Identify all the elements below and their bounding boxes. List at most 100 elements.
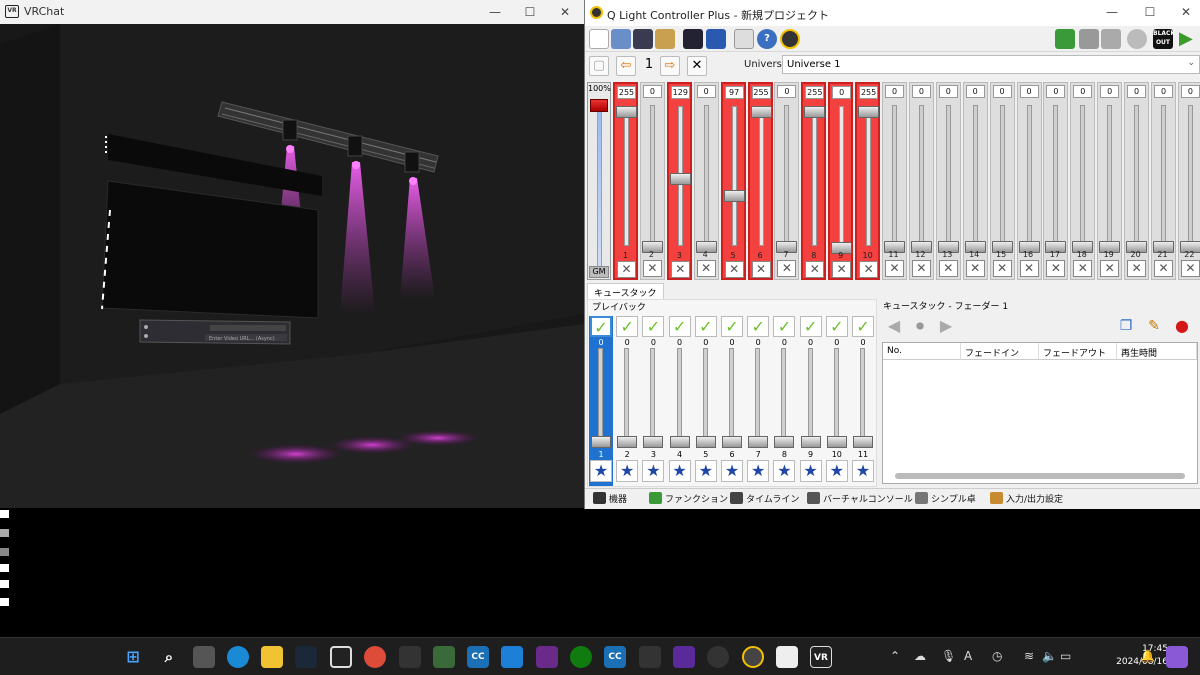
grand-master[interactable]: 100% GM <box>587 82 611 280</box>
vr-scene[interactable]: Enter Video URL... (Async) <box>0 24 584 508</box>
playback-knob[interactable] <box>669 436 690 448</box>
channel-value[interactable]: 0 <box>1019 85 1039 98</box>
tab-virtual-console[interactable]: バーチャルコンソール <box>807 492 913 505</box>
video-player-panel[interactable]: Enter Video URL... (Async) <box>139 319 291 345</box>
reset-channel-icon[interactable]: ✕ <box>859 261 879 278</box>
about-icon[interactable] <box>780 29 800 49</box>
cue-table-scrollbar[interactable] <box>895 473 1185 479</box>
qlc-titlebar[interactable]: Q Light Controller Plus - 新規プロジェクト — ☐ ✕ <box>585 0 1200 26</box>
playback-1[interactable]: ✓ 0 1 ★ <box>589 316 613 486</box>
channel-value[interactable]: 0 <box>696 85 716 98</box>
address-tool-icon[interactable] <box>706 29 726 49</box>
reset-channel-icon[interactable]: ✕ <box>724 261 744 278</box>
mic-icon[interactable]: 🎙 <box>941 649 956 663</box>
tab-functions[interactable]: ファンクション <box>649 492 728 505</box>
vr-maximize-button[interactable]: ☐ <box>517 3 543 21</box>
channel-value[interactable]: 0 <box>777 85 797 98</box>
playback-knob[interactable] <box>591 436 611 448</box>
app-icon[interactable] <box>776 646 798 668</box>
tab-io-settings[interactable]: 入力/出力設定 <box>990 492 1063 505</box>
reset-channel-icon[interactable]: ✕ <box>805 261 825 278</box>
channel-knob[interactable] <box>723 190 745 203</box>
reset-channel-icon[interactable]: ✕ <box>670 261 690 278</box>
visual-studio-icon[interactable] <box>673 646 695 668</box>
help-icon[interactable]: ? <box>757 29 777 49</box>
gm-knob[interactable] <box>590 99 608 112</box>
explorer-icon[interactable] <box>261 646 283 668</box>
next-cue-icon[interactable]: ▶ <box>935 315 957 337</box>
ime-indicator[interactable]: A <box>964 649 972 663</box>
unity-icon[interactable] <box>399 646 421 668</box>
playback-select-icon[interactable]: ✓ <box>747 316 770 337</box>
cue-col-no[interactable]: No. <box>883 343 961 360</box>
reset-channel-icon[interactable]: ✕ <box>992 260 1012 277</box>
clock[interactable]: 17:45 2024/08/16 <box>1106 643 1168 669</box>
channel-value[interactable]: 0 <box>885 85 904 98</box>
cue-col-fadein[interactable]: フェードイン <box>961 343 1039 360</box>
video-url-placeholder[interactable]: Enter Video URL... (Async) <box>209 336 275 342</box>
playback-2[interactable]: ✓ 0 2 ★ <box>615 316 639 486</box>
playback-flash-icon[interactable]: ★ <box>852 460 874 482</box>
playback-knob[interactable] <box>695 436 716 448</box>
cue-col-fadeout[interactable]: フェードアウト <box>1039 343 1117 360</box>
reset-channel-icon[interactable]: ✕ <box>1127 260 1147 277</box>
stop-cue-icon[interactable]: ⏺ <box>909 315 931 337</box>
tab-cue-stack[interactable]: キュースタック <box>587 283 664 299</box>
playback-flash-icon[interactable]: ★ <box>721 460 743 482</box>
playback-flash-icon[interactable]: ★ <box>590 460 612 482</box>
oculus-icon[interactable] <box>330 646 352 668</box>
channel-11[interactable]: 0 11 ✕ <box>882 82 907 280</box>
channel-value[interactable]: 0 <box>832 86 852 99</box>
qlc-window[interactable]: Q Light Controller Plus - 新規プロジェクト — ☐ ✕… <box>584 0 1200 509</box>
clone-cue-icon[interactable]: ❐ <box>1115 315 1137 337</box>
playback-knob[interactable] <box>800 436 821 448</box>
channel-value[interactable]: 0 <box>1046 85 1066 98</box>
playback-6[interactable]: ✓ 0 6 ★ <box>720 316 744 486</box>
channel-13[interactable]: 0 13 ✕ <box>935 82 961 280</box>
channel-value[interactable]: 255 <box>859 86 879 99</box>
cc-app-icon[interactable]: CC <box>604 646 626 668</box>
vrchat-window[interactable]: VR VRChat — ☐ ✕ Enter Video URL... (Asyn… <box>0 0 584 508</box>
channel-knob[interactable] <box>804 106 826 118</box>
channel-value[interactable]: 0 <box>642 85 662 98</box>
playback-select-icon[interactable]: ✓ <box>721 316 743 337</box>
channel-22[interactable]: 0 22 ✕ <box>1177 82 1200 280</box>
channel-value[interactable]: 0 <box>938 85 958 98</box>
channel-value[interactable]: 0 <box>1073 85 1093 98</box>
channel-21[interactable]: 0 21 ✕ <box>1151 82 1176 280</box>
channel-value[interactable]: 0 <box>1100 85 1120 98</box>
channel-knob[interactable] <box>858 106 880 118</box>
channel-value[interactable]: 129 <box>670 86 690 99</box>
reset-channel-icon[interactable]: ✕ <box>642 260 662 277</box>
reset-channel-icon[interactable]: ✕ <box>777 260 797 277</box>
blackout-button[interactable]: BLACK OUT <box>1153 29 1175 49</box>
cloud-icon[interactable]: ☁ <box>914 649 926 663</box>
reset-channel-icon[interactable]: ✕ <box>965 260 985 277</box>
dmx-dump-icon[interactable] <box>1055 29 1075 49</box>
playback-5[interactable]: ✓ 0 5 ★ <box>694 316 718 486</box>
reset-channel-icon[interactable]: ✕ <box>751 261 771 278</box>
prev-page-icon[interactable]: ⇦ <box>616 56 636 76</box>
tab-fixtures[interactable]: 機器 <box>593 492 627 505</box>
universe-select[interactable]: Universe 1 ⌄ <box>782 55 1200 74</box>
reset-channel-icon[interactable]: ✕ <box>1073 260 1093 277</box>
play-mode-icon[interactable]: ▶ <box>1179 29 1199 49</box>
playback-8[interactable]: ✓ 0 8 ★ <box>772 316 796 486</box>
playback-knob[interactable] <box>826 436 847 448</box>
playback-select-icon[interactable]: ✓ <box>642 316 665 337</box>
channel-14[interactable]: 0 14 ✕ <box>962 82 988 280</box>
channel-1[interactable]: 255 1 ✕ <box>613 82 638 280</box>
channel-3[interactable]: 129 3 ✕ <box>666 82 692 280</box>
channel-value[interactable]: 97 <box>724 86 744 99</box>
channel-15[interactable]: 0 15 ✕ <box>989 82 1015 280</box>
live-edit-icon[interactable] <box>1079 29 1099 49</box>
playback-10[interactable]: ✓ 0 10 ★ <box>825 316 849 486</box>
channel-16[interactable]: 0 16 ✕ <box>1016 82 1042 280</box>
chevron-up-icon[interactable]: ⌃ <box>890 649 900 663</box>
stop-all-icon[interactable] <box>1127 29 1147 49</box>
playback-4[interactable]: ✓ 0 4 ★ <box>668 316 692 486</box>
channel-value[interactable]: 0 <box>965 85 985 98</box>
channel-12[interactable]: 0 12 ✕ <box>908 82 934 280</box>
channel-value[interactable]: 255 <box>617 86 636 99</box>
reset-channel-icon[interactable]: ✕ <box>696 260 716 277</box>
